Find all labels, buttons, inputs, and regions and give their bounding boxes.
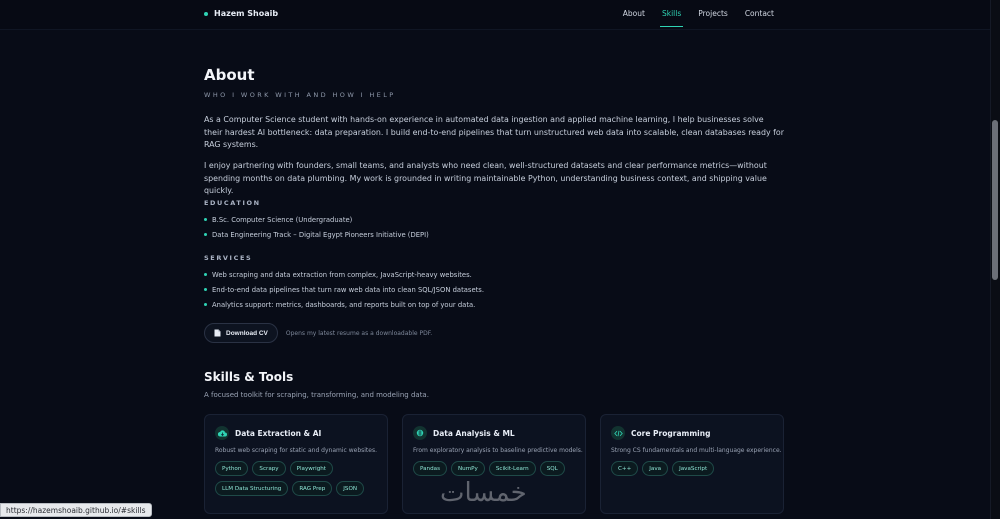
- skill-chip: LLM Data Structuring: [215, 481, 289, 496]
- bullet-icon: [204, 233, 207, 236]
- skill-chip: NumPy: [451, 461, 485, 476]
- site-header: Hazem Shoaib About Skills Projects Conta…: [0, 0, 990, 30]
- list-item-text: Web scraping and data extraction from co…: [212, 270, 472, 279]
- services-label: SERVICES: [204, 254, 253, 262]
- list-item: Data Engineering Track – Digital Egypt P…: [204, 227, 429, 242]
- skill-chip: Python: [215, 461, 249, 476]
- education-list: B.Sc. Computer Science (Undergraduate) D…: [204, 212, 429, 242]
- main-nav: About Skills Projects Contact: [623, 9, 774, 27]
- services-list: Web scraping and data extraction from co…: [204, 267, 484, 312]
- list-item: Web scraping and data extraction from co…: [204, 267, 484, 282]
- skill-chip: Scrapy: [252, 461, 286, 476]
- about-paragraph-2: I enjoy partnering with founders, small …: [204, 161, 767, 195]
- document-icon: [214, 329, 221, 337]
- skill-chip: Scikit-Learn: [488, 461, 536, 476]
- card-title: Core Programming: [631, 428, 711, 438]
- download-cv-label: Download CV: [226, 329, 268, 337]
- list-item-text: B.Sc. Computer Science (Undergraduate): [212, 215, 353, 224]
- watermark-logo: خمسات: [440, 478, 527, 508]
- skill-card-core-programming: Core Programming Strong CS fundamentals …: [600, 414, 784, 514]
- brand[interactable]: Hazem Shoaib: [204, 9, 278, 18]
- list-item: End-to-end data pipelines that turn raw …: [204, 282, 484, 297]
- bullet-icon: [204, 288, 207, 291]
- skill-chip: RAG Prep: [292, 481, 333, 496]
- chip-list: Pandas NumPy Scikit-Learn SQL: [413, 461, 583, 476]
- skill-chip: JavaScript: [672, 461, 715, 476]
- skill-chip: C++: [611, 461, 639, 476]
- chip-list: Python Scrapy Playwright LLM Data Struct…: [215, 461, 385, 496]
- card-title: Data Extraction & AI: [235, 428, 322, 438]
- about-title: About: [204, 66, 255, 84]
- cloud-download-icon: [215, 426, 229, 440]
- skill-chip: Playwright: [289, 461, 333, 476]
- brand-dot-icon: [204, 11, 208, 16]
- nav-skills[interactable]: Skills: [659, 9, 684, 27]
- list-item: B.Sc. Computer Science (Undergraduate): [204, 212, 429, 227]
- brand-name: Hazem Shoaib: [214, 9, 279, 18]
- card-description: From exploratory analysis to baseline pr…: [413, 447, 583, 454]
- list-item-text: End-to-end data pipelines that turn raw …: [212, 285, 484, 294]
- brain-icon: [413, 426, 427, 440]
- list-item: Analytics support: metrics, dashboards, …: [204, 297, 484, 312]
- cv-note: Opens my latest resume as a downloadable…: [285, 329, 433, 337]
- skill-chip: JSON: [336, 481, 365, 496]
- list-item-text: Data Engineering Track – Digital Egypt P…: [212, 230, 429, 239]
- card-description: Robust web scraping for static and dynam…: [215, 447, 378, 454]
- nav-about[interactable]: About: [623, 9, 645, 18]
- list-item-text: Analytics support: metrics, dashboards, …: [212, 300, 476, 309]
- skills-subtitle: A focused toolkit for scraping, transfor…: [204, 391, 429, 399]
- page-scrollbar[interactable]: [990, 0, 1000, 519]
- skills-title: Skills & Tools: [204, 370, 294, 384]
- cv-row: Download CV Opens my latest resume as a …: [204, 323, 432, 343]
- skill-chip: Java: [642, 461, 669, 476]
- card-description: Strong CS fundamentals and multi-languag…: [611, 447, 782, 454]
- about-paragraph-1: As a Computer Science student with hands…: [204, 115, 784, 149]
- code-icon: [611, 426, 625, 440]
- skill-chip: Pandas: [413, 461, 447, 476]
- skill-chip: SQL: [539, 461, 565, 476]
- about-kicker: WHO I WORK WITH AND HOW I HELP: [204, 91, 396, 99]
- bullet-icon: [204, 218, 207, 221]
- download-cv-button[interactable]: Download CV: [204, 323, 278, 343]
- nav-contact[interactable]: Contact: [745, 9, 774, 18]
- chip-list: C++ Java JavaScript: [611, 461, 781, 476]
- education-label: EDUCATION: [204, 199, 261, 207]
- bullet-icon: [204, 303, 207, 306]
- nav-projects[interactable]: Projects: [698, 9, 728, 18]
- link-status-bar: https://hazemshoaib.github.io/#skills: [0, 503, 152, 517]
- card-title: Data Analysis & ML: [433, 428, 515, 438]
- scrollbar-thumb[interactable]: [992, 120, 998, 280]
- skill-card-data-extraction: Data Extraction & AI Robust web scraping…: [204, 414, 388, 514]
- bullet-icon: [204, 273, 207, 276]
